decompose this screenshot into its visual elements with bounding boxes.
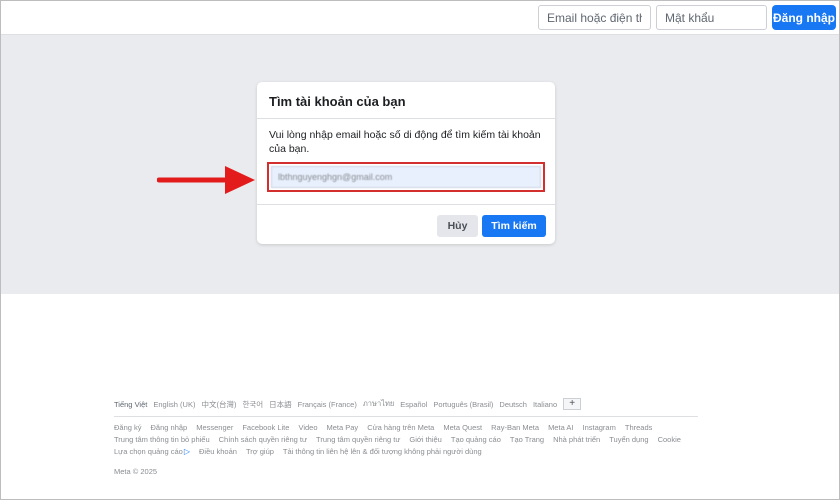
footer-link[interactable]: Meta AI — [548, 423, 573, 432]
find-account-dialog: Tìm tài khoản của bạn Vui lòng nhập emai… — [257, 82, 555, 244]
language-link[interactable]: Deutsch — [499, 400, 527, 409]
language-link[interactable]: English (UK) — [153, 400, 195, 409]
footer-link[interactable]: Đăng ký — [114, 423, 142, 432]
footer-link[interactable]: Đăng nhập — [151, 423, 188, 432]
divider — [257, 118, 555, 119]
footer-links-row: Đăng ký Đăng nhập Messenger Facebook Lite Vi… — [114, 421, 698, 433]
top-bar: Đăng nhập — [0, 0, 840, 35]
footer-links-row: Lựa chọn quảng cáo▷ Điều khoản Trợ giúp Tải… — [114, 445, 698, 457]
language-list: Tiếng Việt English (UK) 中文(台灣) 한국어 日本語 França… — [114, 397, 698, 411]
divider — [257, 204, 555, 205]
footer-link[interactable]: Nhà phát triển — [553, 435, 600, 444]
footer-link[interactable]: Lựa chọn quảng cáo▷ — [114, 447, 190, 456]
footer-link[interactable]: Facebook Lite — [242, 423, 289, 432]
footer-link[interactable]: Tuyển dụng — [609, 435, 648, 444]
footer-link[interactable]: Video — [298, 423, 317, 432]
footer-link[interactable]: Meta Pay — [327, 423, 359, 432]
footer-link[interactable]: Trợ giúp — [246, 447, 274, 456]
highlighted-input-frame — [267, 162, 545, 192]
footer-link[interactable]: Meta Quest — [443, 423, 482, 432]
footer-link[interactable]: Instagram — [583, 423, 616, 432]
footer-link[interactable]: Trung tâm quyền riêng tư — [316, 435, 400, 444]
footer-link[interactable]: Threads — [625, 423, 653, 432]
password-field[interactable] — [656, 5, 767, 30]
footer-link[interactable]: Cửa hàng trên Meta — [367, 423, 434, 432]
footer-link[interactable]: Điều khoản — [199, 447, 237, 456]
email-field[interactable] — [538, 5, 651, 30]
footer-links-row: Trung tâm thông tin bỏ phiếu Chính sách q… — [114, 433, 698, 445]
footer-link[interactable]: Cookie — [658, 435, 681, 444]
language-link: Tiếng Việt — [114, 399, 148, 409]
copyright: Meta © 2025 — [114, 467, 158, 476]
login-button[interactable]: Đăng nhập — [772, 5, 836, 30]
footer-link[interactable]: Trung tâm thông tin bỏ phiếu — [114, 435, 210, 444]
red-arrow-icon — [157, 166, 255, 194]
language-link[interactable]: ภาษาไทย — [363, 398, 394, 410]
adchoices-icon: ▷ — [183, 446, 190, 456]
language-link[interactable]: Español — [400, 400, 427, 409]
language-link[interactable]: Italiano — [533, 400, 557, 409]
footer-link[interactable]: Tạo quảng cáo — [451, 435, 501, 444]
cancel-button[interactable]: Hủy — [437, 215, 478, 237]
footer-link[interactable]: Chính sách quyền riêng tư — [219, 435, 307, 444]
dialog-description: Vui lòng nhập email hoặc số di động để t… — [269, 129, 541, 155]
footer: Tiếng Việt English (UK) 中文(台灣) 한국어 日本語 França… — [114, 397, 698, 476]
footer-divider — [114, 416, 698, 417]
language-link[interactable]: 日本語 — [269, 399, 292, 410]
footer-link[interactable]: Tạo Trang — [510, 435, 544, 444]
footer-link[interactable]: Ray-Ban Meta — [491, 423, 539, 432]
language-link[interactable]: Português (Brasil) — [433, 400, 493, 409]
language-link[interactable]: 한국어 — [242, 399, 263, 410]
language-link[interactable]: 中文(台灣) — [201, 399, 236, 410]
account-search-input[interactable] — [271, 166, 541, 188]
dialog-title: Tìm tài khoản của bạn — [269, 94, 406, 109]
footer-link[interactable]: Messenger — [196, 423, 233, 432]
footer-link[interactable]: Tải thông tin liên hệ lên & đối tượng kh… — [283, 447, 482, 456]
search-button[interactable]: Tìm kiếm — [482, 215, 546, 237]
language-link[interactable]: Français (France) — [298, 400, 357, 409]
add-language-button[interactable]: + — [563, 398, 582, 410]
footer-link[interactable]: Giới thiệu — [409, 435, 441, 444]
